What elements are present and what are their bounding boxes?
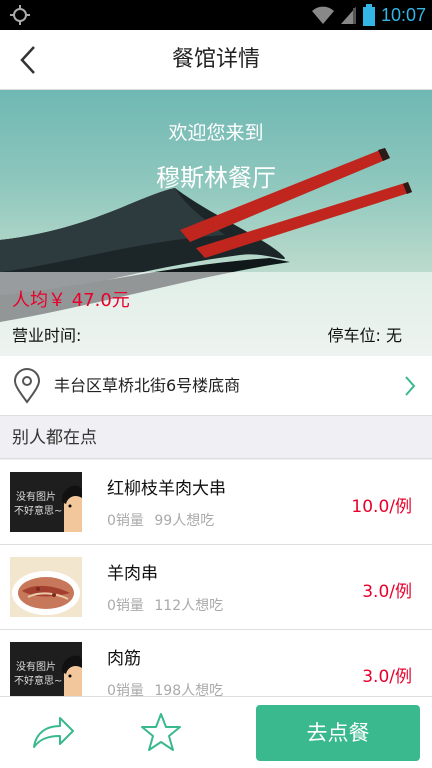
- gps-icon: [10, 5, 30, 25]
- star-icon[interactable]: [140, 711, 182, 753]
- dish-price: 10.0/例: [351, 497, 412, 517]
- dish-name: 肉筋: [107, 649, 141, 669]
- placeholder-line1: 没有图片: [16, 490, 56, 503]
- status-bar: 10:07: [0, 0, 432, 30]
- share-icon[interactable]: [30, 713, 76, 751]
- back-button[interactable]: [8, 40, 48, 80]
- dish-wants: 198人想吃: [154, 683, 224, 696]
- lamb-skewer-photo: [10, 557, 82, 617]
- list-item[interactable]: 没有图片 不好意思~ 肉筋 0销量 198人想吃 3.0/例: [0, 630, 432, 696]
- dish-stats: 0销量 198人想吃: [107, 680, 223, 696]
- average-price: 人均￥ 47.0元: [12, 290, 130, 311]
- dish-thumbnail: 没有图片 不好意思~: [10, 472, 82, 532]
- section-title: 别人都在点: [0, 417, 432, 459]
- dish-list[interactable]: 没有图片 不好意思~ 红柳枝羊肉大串 0销量 99人想吃 10.0/例 羊肉串 …: [0, 460, 432, 696]
- dish-stats: 0销量 99人想吃: [107, 510, 214, 530]
- dish-name: 羊肉串: [107, 564, 158, 584]
- dish-name: 红柳枝羊肉大串: [107, 479, 226, 499]
- bottom-action-bar: 去点餐: [0, 696, 432, 768]
- address-text: 丰台区草桥北街6号楼底商: [54, 376, 241, 395]
- chevron-right-icon: [405, 376, 416, 396]
- dish-price: 3.0/例: [362, 667, 412, 687]
- placeholder-line2: 不好意思~: [14, 674, 62, 687]
- dish-sales: 0销量: [107, 598, 144, 614]
- dish-price: 3.0/例: [362, 582, 412, 602]
- restaurant-info-bar: 人均￥ 47.0元 营业时间: 停车位: 无: [0, 272, 432, 355]
- parking-info: 停车位: 无: [327, 326, 402, 345]
- address-row[interactable]: 丰台区草桥北街6号楼底商: [0, 356, 432, 416]
- no-image-placeholder: 没有图片 不好意思~: [10, 472, 82, 532]
- placeholder-line1: 没有图片: [16, 660, 56, 673]
- wifi-icon: [311, 6, 334, 24]
- dish-thumbnail: [10, 557, 82, 617]
- chevron-left-icon: [20, 46, 35, 74]
- page-title: 餐馆详情: [171, 47, 260, 72]
- restaurant-banner: 欢迎您来到 穆斯林餐厅 人均￥ 47.0元 营业时间: 停车位: 无: [0, 90, 432, 355]
- welcome-text: 欢迎您来到: [168, 122, 264, 144]
- title-bar: 餐馆详情: [0, 30, 432, 90]
- list-item[interactable]: 羊肉串 0销量 112人想吃 3.0/例: [0, 545, 432, 630]
- dish-wants: 112人想吃: [154, 598, 224, 614]
- dish-sales: 0销量: [107, 683, 144, 696]
- business-hours: 营业时间:: [12, 326, 82, 345]
- no-image-placeholder: 没有图片 不好意思~: [10, 642, 82, 696]
- placeholder-line2: 不好意思~: [14, 504, 62, 517]
- restaurant-name: 穆斯林餐厅: [156, 164, 276, 192]
- dish-sales: 0销量: [107, 513, 144, 529]
- dish-thumbnail: 没有图片 不好意思~: [10, 642, 82, 696]
- location-pin-icon: [13, 368, 41, 404]
- dish-wants: 99人想吃: [154, 513, 215, 529]
- order-button[interactable]: 去点餐: [256, 705, 420, 761]
- dish-stats: 0销量 112人想吃: [107, 595, 223, 615]
- list-item[interactable]: 没有图片 不好意思~ 红柳枝羊肉大串 0销量 99人想吃 10.0/例: [0, 460, 432, 545]
- battery-icon: [362, 4, 375, 26]
- signal-icon: [340, 7, 356, 24]
- clock: 10:07: [380, 4, 426, 25]
